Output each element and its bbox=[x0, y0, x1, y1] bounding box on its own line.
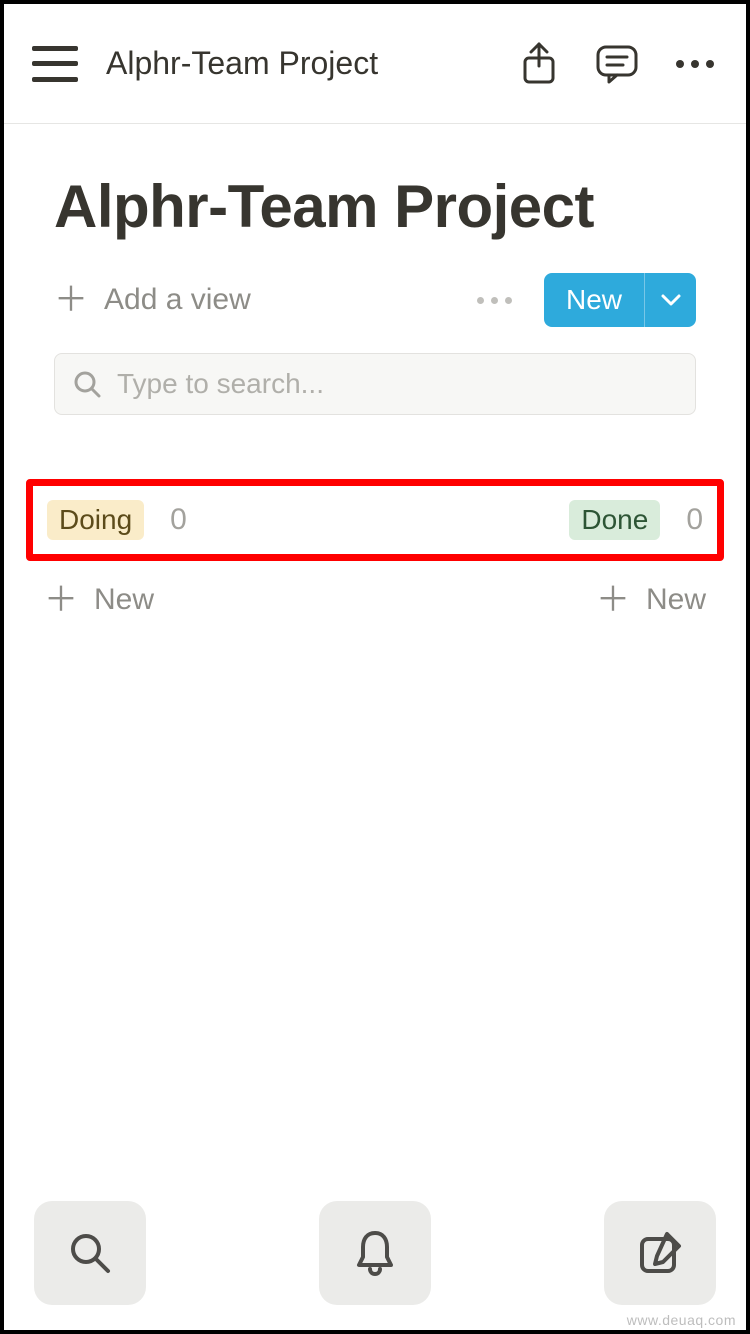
column-tag-doing: Doing bbox=[47, 500, 144, 540]
page-title-section: Alphr-Team Project bbox=[4, 124, 746, 261]
bell-icon bbox=[353, 1229, 397, 1277]
view-bar: ＋ Add a view New bbox=[4, 261, 746, 353]
plus-icon: ＋ bbox=[44, 583, 78, 617]
new-button[interactable]: New bbox=[544, 273, 644, 327]
search-icon bbox=[68, 1231, 112, 1275]
search-icon bbox=[73, 370, 101, 398]
top-bar: Alphr-Team Project bbox=[4, 4, 746, 124]
column-count-doing: 0 bbox=[170, 503, 187, 537]
view-more-icon[interactable] bbox=[477, 297, 512, 304]
nav-search-button[interactable] bbox=[34, 1201, 146, 1305]
new-button-group: New bbox=[544, 273, 696, 327]
nav-compose-button[interactable] bbox=[604, 1201, 716, 1305]
breadcrumb[interactable]: Alphr-Team Project bbox=[106, 45, 488, 82]
menu-icon[interactable] bbox=[32, 46, 78, 82]
column-count-done: 0 bbox=[686, 503, 703, 537]
add-card-label: New bbox=[94, 583, 154, 617]
bottom-nav bbox=[4, 1194, 746, 1330]
column-header-doing[interactable]: Doing 0 bbox=[47, 500, 187, 540]
add-view-label: Add a view bbox=[104, 283, 251, 317]
watermark: www.deuaq.com bbox=[627, 1312, 736, 1328]
board-columns-highlight: Doing 0 Done 0 bbox=[26, 479, 724, 561]
column-header-done[interactable]: Done 0 bbox=[569, 500, 703, 540]
new-dropdown-button[interactable] bbox=[644, 273, 696, 327]
share-icon[interactable] bbox=[516, 41, 562, 87]
comments-icon[interactable] bbox=[594, 41, 640, 87]
search-section bbox=[4, 353, 746, 449]
add-card-done[interactable]: ＋ New bbox=[596, 583, 706, 617]
plus-icon: ＋ bbox=[596, 583, 630, 617]
nav-notifications-button[interactable] bbox=[319, 1201, 431, 1305]
column-tag-done: Done bbox=[569, 500, 660, 540]
search-box[interactable] bbox=[54, 353, 696, 415]
add-card-doing[interactable]: ＋ New bbox=[44, 583, 154, 617]
add-view-button[interactable]: ＋ Add a view bbox=[54, 283, 251, 317]
add-card-label: New bbox=[646, 583, 706, 617]
board-new-row: ＋ New ＋ New bbox=[4, 561, 746, 617]
page-title[interactable]: Alphr-Team Project bbox=[54, 172, 696, 241]
search-input[interactable] bbox=[117, 368, 677, 400]
app-frame: Alphr-Team Project bbox=[0, 0, 750, 1334]
plus-icon: ＋ bbox=[54, 283, 88, 317]
top-bar-actions bbox=[516, 41, 718, 87]
compose-icon bbox=[637, 1230, 683, 1276]
more-icon[interactable] bbox=[672, 41, 718, 87]
